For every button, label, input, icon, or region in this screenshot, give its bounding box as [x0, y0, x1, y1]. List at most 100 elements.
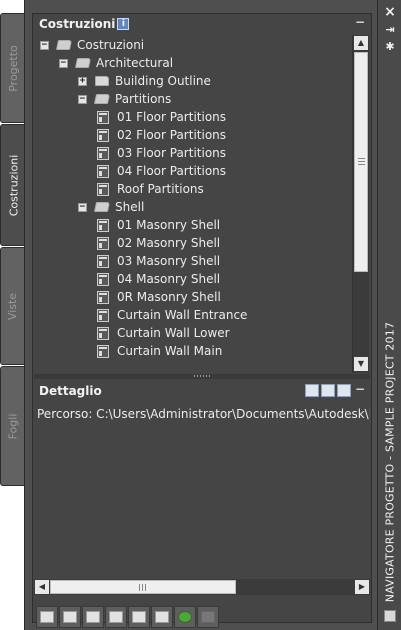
regenerate-button[interactable]: [174, 606, 196, 628]
construct-icon: [97, 146, 109, 160]
tree-node[interactable]: Curtain Wall Main: [97, 342, 222, 360]
close-button[interactable]: [197, 606, 219, 628]
add-element-icon: [86, 611, 100, 623]
construct-icon: [97, 182, 109, 196]
tree-vertical-scrollbar[interactable]: ▲ ▼: [352, 35, 369, 373]
tab-viste[interactable]: Viste: [0, 247, 25, 365]
construct-icon: [97, 344, 109, 358]
scroll-thumb-horizontal[interactable]: [50, 580, 236, 594]
collapse-icon[interactable]: −: [40, 40, 49, 50]
close-icon: [201, 611, 215, 623]
tree-node-label: Roof Partitions: [117, 182, 204, 196]
tree-node-label: Building Outline: [115, 74, 211, 88]
tree-node[interactable]: 01 Masonry Shell: [97, 216, 220, 234]
scroll-thumb[interactable]: [354, 52, 368, 272]
copy-icon: [109, 611, 123, 623]
tree-node[interactable]: Roof Partitions: [97, 180, 204, 198]
info-icon[interactable]: i: [117, 18, 130, 30]
tree-node[interactable]: − Shell: [78, 198, 144, 216]
construct-icon: [97, 110, 109, 124]
repath-button[interactable]: [128, 606, 150, 628]
image-view-icon[interactable]: [337, 384, 351, 397]
tree-node[interactable]: + Building Outline: [78, 72, 211, 90]
tree-node[interactable]: 02 Masonry Shell: [97, 234, 220, 252]
tree-node-label: 02 Floor Partitions: [117, 128, 227, 142]
construct-icon: [97, 290, 109, 304]
properties-icon[interactable]: ✱: [383, 40, 397, 53]
tree-node[interactable]: 03 Floor Partitions: [97, 144, 226, 162]
detail-horizontal-scrollbar[interactable]: ◀ ▶: [34, 579, 370, 595]
tree-node[interactable]: 04 Masonry Shell: [97, 270, 220, 288]
tree-node[interactable]: 01 Floor Partitions: [97, 108, 226, 126]
tree-node[interactable]: 02 Floor Partitions: [97, 126, 226, 144]
tab-costruzioni[interactable]: Costruzioni: [0, 124, 26, 246]
palette-title: NAVIGATORE PROGETTO - SAMPLE PROJECT 201…: [383, 321, 397, 603]
construct-icon: [97, 128, 109, 142]
tree-node[interactable]: − Partitions: [78, 90, 171, 108]
tree-node[interactable]: 04 Floor Partitions: [97, 162, 226, 180]
construct-icon: [97, 218, 109, 232]
tree-node-label: Curtain Wall Entrance: [117, 308, 248, 322]
list-view-icon[interactable]: [321, 384, 335, 397]
tree-node-label: Architectural: [96, 56, 174, 70]
folder-open-icon: [74, 58, 92, 68]
tree-node-label: Costruzioni: [77, 38, 145, 52]
tree-node-label: 01 Masonry Shell: [117, 218, 221, 232]
collapse-icon[interactable]: −: [59, 58, 68, 68]
bottom-toolbar: [36, 606, 219, 628]
tab-progetto[interactable]: Progetto: [0, 13, 25, 123]
palette-title-bar[interactable]: × ⇥ ✱ NAVIGATORE PROGETTO - SAMPLE PROJE…: [377, 0, 401, 630]
tab-fogli[interactable]: Fogli: [0, 366, 25, 486]
detail-header: Dettaglio −: [33, 381, 371, 401]
tree-node[interactable]: 03 Masonry Shell: [97, 252, 220, 270]
scroll-up-button[interactable]: ▲: [354, 36, 368, 50]
construct-icon: [97, 308, 109, 322]
minimize-button[interactable]: −: [355, 15, 365, 29]
add-element-button[interactable]: [82, 606, 104, 628]
preview-icon[interactable]: [305, 384, 319, 397]
external-reference-icon: [155, 611, 169, 623]
tree-node[interactable]: − Architectural: [59, 54, 173, 72]
construct-icon: [97, 236, 109, 250]
tree-node[interactable]: 0R Masonry Shell: [97, 288, 221, 306]
palette-menu-icon[interactable]: [384, 610, 396, 622]
collapse-icon[interactable]: −: [78, 202, 87, 212]
tree-node-label: 03 Floor Partitions: [117, 146, 227, 160]
constructs-title: Costruzioni: [39, 17, 116, 31]
tree-node-label: Curtain Wall Main: [117, 344, 223, 358]
tab-label: Fogli: [6, 413, 20, 439]
tree-node-label: 01 Floor Partitions: [117, 110, 227, 124]
tree-node-label: 0R Masonry Shell: [117, 290, 221, 304]
scroll-down-button[interactable]: ▼: [354, 357, 368, 371]
tree-node[interactable]: − Costruzioni: [40, 36, 144, 54]
scroll-right-button[interactable]: ▶: [355, 580, 369, 594]
tree-node[interactable]: Curtain Wall Lower: [97, 324, 230, 342]
scroll-left-button[interactable]: ◀: [35, 580, 49, 594]
tree-node-label: 02 Masonry Shell: [117, 236, 221, 250]
add-construct-button[interactable]: [59, 606, 81, 628]
folder-open-icon: [93, 202, 111, 212]
detail-view-options: [305, 384, 351, 397]
detail-body: Percorso: C:\Users\Administrator\Documen…: [34, 403, 370, 579]
collapse-icon[interactable]: −: [78, 94, 87, 104]
constructs-header: Costruzioni i −: [33, 14, 371, 34]
add-category-button[interactable]: [36, 606, 58, 628]
tree-node-label: Partitions: [115, 92, 172, 106]
detail-minimize-button[interactable]: −: [355, 382, 365, 396]
tree-node-label: 04 Masonry Shell: [117, 272, 221, 286]
construct-icon: [97, 326, 109, 340]
construct-icon: [97, 254, 109, 268]
add-category-icon: [40, 611, 54, 623]
constructs-tree[interactable]: − Costruzioni − Architectural + Building Outl…: [34, 35, 352, 373]
autohide-icon[interactable]: ⇥: [383, 23, 397, 36]
regenerate-icon: [178, 611, 192, 623]
tree-node[interactable]: Curtain Wall Entrance: [97, 306, 247, 324]
repath-icon: [132, 611, 146, 623]
path-text: Percorso: C:\Users\Administrator\Documen…: [37, 407, 370, 421]
content-area: Costruzioni i − − Costruzioni − Architectur…: [32, 13, 372, 628]
copy-button[interactable]: [105, 606, 127, 628]
external-reference-button[interactable]: [151, 606, 173, 628]
expand-icon[interactable]: +: [78, 76, 87, 86]
close-icon[interactable]: ×: [383, 4, 397, 20]
panel-splitter[interactable]: [34, 374, 370, 379]
